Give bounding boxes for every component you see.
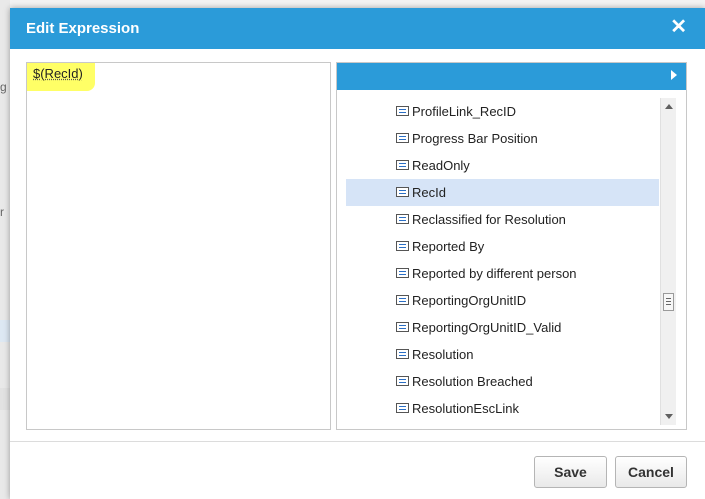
field-icon: [396, 376, 409, 386]
field-list-item-label: ReportingOrgUnitID: [412, 293, 527, 308]
field-picker-header: [337, 63, 686, 90]
background-page-edge: [0, 0, 10, 499]
field-list-item[interactable]: Progress Bar Position: [346, 125, 659, 152]
field-list-item-label: ReadOnly: [412, 158, 470, 173]
field-list-item-label: Resolution: [412, 347, 474, 362]
field-list-item[interactable]: Resolution: [346, 341, 659, 368]
field-list-scrollbar[interactable]: [660, 98, 676, 425]
field-picker-panel: ProfileLink_RecID Progress Bar Position Re…: [336, 62, 687, 430]
field-icon: [396, 133, 409, 143]
background-field-fragment: [0, 320, 10, 342]
field-list-item-label: Progress Bar Position: [412, 131, 538, 146]
edit-expression-dialog: Edit Expression ✕ $(RecId) ProfileLink_R…: [10, 8, 705, 499]
cancel-button[interactable]: Cancel: [615, 456, 687, 488]
field-list-item[interactable]: ReadOnly: [346, 152, 659, 179]
field-icon: [396, 349, 409, 359]
save-button[interactable]: Save: [534, 456, 607, 488]
field-icon: [396, 214, 409, 224]
field-icon: [396, 106, 409, 116]
field-list-item[interactable]: Reported By: [346, 233, 659, 260]
dialog-title: Edit Expression: [26, 20, 140, 37]
field-list-item-label: RecId: [412, 185, 446, 200]
field-list-item-label: Reported by different person: [412, 266, 577, 281]
close-icon[interactable]: ✕: [670, 17, 687, 37]
field-list-item-label: ResolutionEscLink: [412, 401, 519, 416]
field-list-item[interactable]: Reclassified for Resolution: [346, 206, 659, 233]
dialog-titlebar: Edit Expression ✕: [10, 8, 705, 49]
background-field-fragment: [0, 388, 10, 410]
field-icon: [396, 268, 409, 278]
field-list-item-label: Resolution Breached: [412, 374, 533, 389]
scroll-up-arrow-icon[interactable]: [665, 104, 673, 109]
field-list-item-label: Reclassified for Resolution: [412, 212, 566, 227]
expression-editor[interactable]: $(RecId): [26, 62, 331, 430]
field-list-item[interactable]: RecId: [346, 179, 659, 206]
expand-arrow-icon[interactable]: [671, 70, 677, 80]
field-list-item[interactable]: ReportingOrgUnitID_Valid: [346, 314, 659, 341]
field-list-item[interactable]: Reported by different person: [346, 260, 659, 287]
field-icon: [396, 295, 409, 305]
expression-token-highlight[interactable]: $(RecId): [27, 63, 95, 91]
expression-text: $(RecId): [33, 66, 83, 81]
scrollbar-thumb[interactable]: [663, 293, 674, 311]
field-icon: [396, 187, 409, 197]
field-icon: [396, 241, 409, 251]
field-list-item-label: ProfileLink_RecID: [412, 104, 517, 119]
field-list-item-label: Reported By: [412, 239, 485, 254]
field-list-item-label: ReportingOrgUnitID_Valid: [412, 320, 562, 335]
footer-divider: [10, 441, 705, 442]
scroll-down-arrow-icon[interactable]: [665, 414, 673, 419]
field-list: ProfileLink_RecID Progress Bar Position Re…: [337, 98, 660, 429]
field-icon: [396, 403, 409, 413]
field-list-item[interactable]: ReportingOrgUnitID: [346, 287, 659, 314]
field-list-item[interactable]: ProfileLink_RecID: [346, 98, 659, 125]
field-list-item[interactable]: ResolutionEscLink: [346, 395, 659, 422]
field-icon: [396, 322, 409, 332]
field-icon: [396, 160, 409, 170]
background-glyph: r: [0, 205, 4, 219]
field-list-item[interactable]: Resolution Breached: [346, 368, 659, 395]
background-glyph: g: [0, 80, 7, 94]
